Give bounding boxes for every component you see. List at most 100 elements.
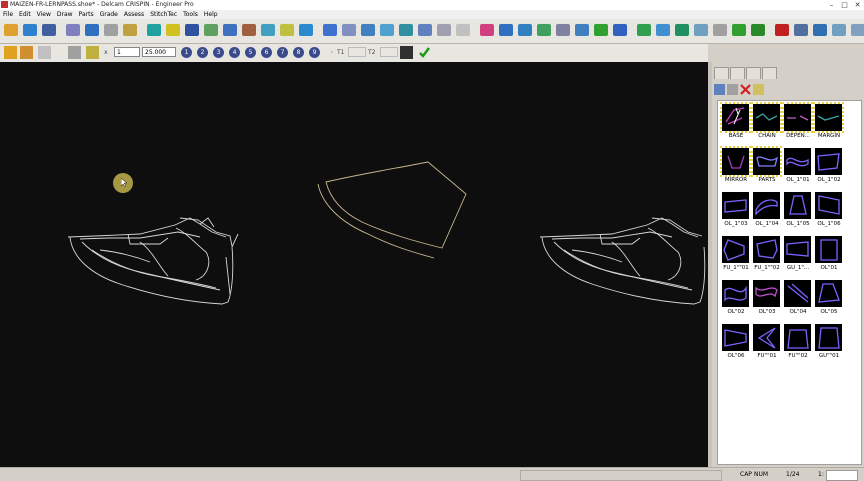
zoom-field[interactable] bbox=[826, 470, 858, 481]
menu-tools[interactable]: Tools bbox=[180, 10, 201, 19]
part-thumbnail[interactable]: OL_1"06 bbox=[815, 192, 843, 232]
part-thumbnail[interactable]: MARGIN bbox=[813, 102, 844, 144]
part-thumbnail[interactable]: PARTS bbox=[751, 146, 782, 188]
scale-input[interactable]: 1 bbox=[114, 47, 140, 57]
delete-icon[interactable] bbox=[740, 84, 751, 95]
part-thumbnail[interactable]: OL"01 bbox=[815, 236, 843, 276]
minimize-icon[interactable]: – bbox=[825, 0, 838, 10]
angle-icon[interactable] bbox=[554, 21, 572, 40]
part-thumbnail[interactable]: OL_1"03 bbox=[722, 192, 750, 232]
part-thumbnail[interactable]: DEPEN... bbox=[782, 102, 813, 144]
measure-icon[interactable] bbox=[259, 21, 277, 40]
mirror-icon[interactable] bbox=[611, 21, 629, 40]
grade-button-8[interactable]: 8 bbox=[293, 47, 304, 58]
compass-icon[interactable] bbox=[400, 46, 413, 59]
part-thumbnail[interactable]: FU_1""02 bbox=[753, 236, 781, 276]
menu-grade[interactable]: Grade bbox=[97, 10, 121, 19]
part-thumbnail[interactable]: OL_1"01 bbox=[784, 148, 812, 188]
part-thumbnail[interactable]: OL"02 bbox=[722, 280, 750, 320]
part-thumbnail[interactable]: FU""01 bbox=[753, 324, 781, 364]
rectangle-icon[interactable] bbox=[202, 21, 220, 40]
export-icon[interactable] bbox=[749, 21, 767, 40]
zoom-select[interactable]: 25.000 bbox=[142, 47, 176, 57]
part-thumbnail[interactable]: OL_1"05 bbox=[784, 192, 812, 232]
line-icon[interactable] bbox=[164, 21, 182, 40]
draw-icon[interactable] bbox=[478, 21, 496, 40]
open-icon[interactable] bbox=[21, 21, 39, 40]
confirm-icon[interactable] bbox=[418, 46, 431, 59]
trim-icon[interactable] bbox=[516, 21, 534, 40]
layer-icon[interactable] bbox=[811, 21, 829, 40]
info-icon[interactable] bbox=[673, 21, 691, 40]
menu-view[interactable]: View bbox=[34, 10, 54, 19]
part-thumbnail[interactable]: OL"06 bbox=[722, 324, 750, 364]
point-icon[interactable] bbox=[145, 21, 163, 40]
pen-icon[interactable] bbox=[321, 21, 339, 40]
curve-icon[interactable] bbox=[183, 21, 201, 40]
arc-icon[interactable] bbox=[573, 21, 591, 40]
settings-icon[interactable] bbox=[849, 21, 864, 40]
zigzag-icon[interactable] bbox=[340, 21, 358, 40]
notch-icon[interactable] bbox=[454, 21, 472, 40]
t2-input[interactable] bbox=[380, 47, 398, 57]
tab-curves[interactable] bbox=[730, 67, 745, 79]
user-icon[interactable] bbox=[792, 21, 810, 40]
menu-file[interactable]: File bbox=[0, 10, 16, 19]
menu-parts[interactable]: Parts bbox=[76, 10, 97, 19]
grade-button-7[interactable]: 7 bbox=[277, 47, 288, 58]
grade-button-6[interactable]: 6 bbox=[261, 47, 272, 58]
properties-icon[interactable] bbox=[753, 84, 764, 95]
eraser-icon[interactable] bbox=[497, 21, 515, 40]
tool-icon[interactable] bbox=[20, 46, 33, 59]
align-icon[interactable] bbox=[416, 21, 434, 40]
grade-button-1[interactable]: 1 bbox=[181, 47, 192, 58]
part-thumbnail[interactable]: GU_1"... bbox=[784, 236, 812, 276]
grade-button-3[interactable]: 3 bbox=[213, 47, 224, 58]
undo-icon[interactable] bbox=[64, 21, 82, 40]
list-icon[interactable] bbox=[86, 46, 99, 59]
split-icon[interactable] bbox=[592, 21, 610, 40]
stitch-icon[interactable] bbox=[397, 21, 415, 40]
paste-icon[interactable] bbox=[121, 21, 139, 40]
tab-list[interactable] bbox=[714, 67, 729, 79]
part-thumbnail[interactable]: OL"03 bbox=[753, 280, 781, 320]
help-icon[interactable] bbox=[297, 21, 315, 40]
tab-parts[interactable] bbox=[762, 67, 777, 79]
new-icon[interactable] bbox=[2, 21, 20, 40]
t1-radio[interactable]: ◦ bbox=[330, 47, 334, 58]
copy-icon[interactable] bbox=[102, 21, 120, 40]
tab-layers[interactable] bbox=[746, 67, 761, 79]
measure2-icon[interactable] bbox=[692, 21, 710, 40]
maximize-icon[interactable]: □ bbox=[838, 0, 851, 10]
grade-button-5[interactable]: 5 bbox=[245, 47, 256, 58]
menu-help[interactable]: Help bbox=[201, 10, 221, 19]
part-thumbnail[interactable]: MIRROR bbox=[720, 146, 751, 188]
menu-edit[interactable]: Edit bbox=[16, 10, 34, 19]
part-thumbnail[interactable]: GU""01 bbox=[815, 324, 843, 364]
margin-icon[interactable] bbox=[773, 21, 791, 40]
part-thumbnail[interactable]: OL_1"02 bbox=[815, 148, 843, 188]
part-thumbnail[interactable]: FU_1""01 bbox=[722, 236, 750, 276]
refresh-icon[interactable] bbox=[730, 21, 748, 40]
part-thumbnail[interactable]: OL_1"04 bbox=[753, 192, 781, 232]
grade-button-9[interactable]: 9 bbox=[309, 47, 320, 58]
close-icon[interactable]: ✕ bbox=[851, 0, 864, 10]
part-thumbnail[interactable]: OL"04 bbox=[784, 280, 812, 320]
menu-draw[interactable]: Draw bbox=[54, 10, 76, 19]
align-icon[interactable] bbox=[68, 46, 81, 59]
grade-icon[interactable] bbox=[830, 21, 848, 40]
pattern-icon[interactable] bbox=[711, 21, 729, 40]
menu-assess[interactable]: Assess bbox=[121, 10, 147, 19]
up-folder-icon[interactable] bbox=[714, 84, 725, 95]
pick-icon[interactable] bbox=[4, 46, 17, 59]
view-grid-icon[interactable] bbox=[727, 84, 738, 95]
offset-icon[interactable] bbox=[378, 21, 396, 40]
grade-button-4[interactable]: 4 bbox=[229, 47, 240, 58]
chart-icon[interactable] bbox=[635, 21, 653, 40]
grade-button-2[interactable]: 2 bbox=[197, 47, 208, 58]
redo-icon[interactable] bbox=[83, 21, 101, 40]
grid-icon[interactable] bbox=[278, 21, 296, 40]
blend-icon[interactable] bbox=[435, 21, 453, 40]
circle-icon[interactable] bbox=[221, 21, 239, 40]
menu-stitchtec[interactable]: StitchTec bbox=[147, 10, 180, 19]
